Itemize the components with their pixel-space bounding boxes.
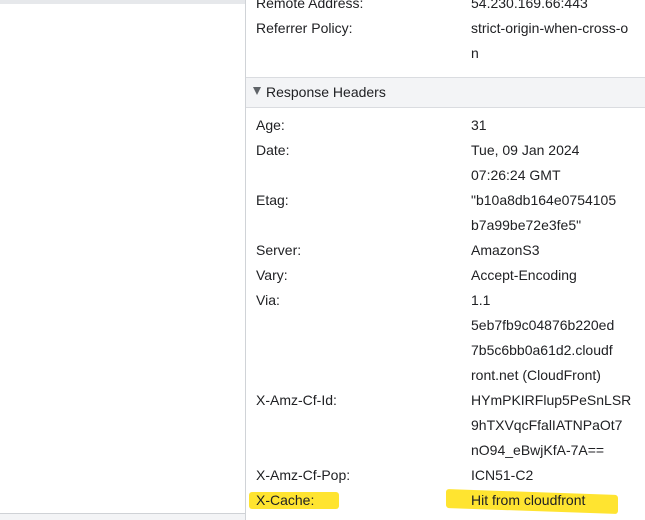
response-headers-title: Response Headers bbox=[266, 84, 386, 100]
value-line: n bbox=[471, 45, 479, 61]
remote-address-label: Remote Address: bbox=[256, 0, 364, 11]
header-value[interactable]: Accept-Encoding bbox=[471, 263, 629, 288]
value-line: ICN51-C2 bbox=[471, 467, 534, 483]
header-value[interactable]: ICN51-C2 bbox=[471, 463, 629, 488]
header-value[interactable]: Tue, 09 Jan 2024 07:26:24 GMT bbox=[471, 138, 629, 188]
selected-request-row[interactable] bbox=[0, 0, 245, 4]
value-line: AmazonS3 bbox=[471, 242, 540, 258]
header-key: X-Amz-Cf-Id: bbox=[256, 392, 337, 408]
header-key: Date: bbox=[256, 142, 290, 158]
value-line: HYmPKIRFlup5PeSnLSR bbox=[471, 392, 632, 408]
value-line: Tue, 09 Jan 2024 bbox=[471, 142, 580, 158]
value-line: nO94_eBwjKfA-7A== bbox=[471, 442, 605, 458]
remote-address-value[interactable]: 54.230.169.66:443 bbox=[471, 0, 629, 16]
header-key: Via: bbox=[256, 292, 280, 308]
value-line: Hit from cloudfront bbox=[471, 492, 586, 508]
header-key: X-Amz-Cf-Pop: bbox=[256, 467, 351, 483]
header-value[interactable]: Hit from cloudfront bbox=[471, 488, 629, 513]
header-value[interactable]: 1.1 5eb7fb9c04876b220ed 7b5c6bb0a61d2.clou… bbox=[471, 288, 629, 388]
referrer-policy-value[interactable]: strict-origin-when-cross-o n bbox=[471, 16, 629, 66]
value-line: "b10a8db164e0754105 bbox=[471, 192, 617, 208]
header-key: Vary: bbox=[256, 267, 288, 283]
value-line: 9hTXVqcFfalIATNPaOt7 bbox=[471, 417, 623, 433]
header-key: Server: bbox=[256, 242, 302, 258]
triangle-down-icon[interactable] bbox=[253, 87, 261, 95]
value-line: b7a99be72e3fe5" bbox=[471, 217, 582, 233]
value-line: 07:26:24 GMT bbox=[471, 167, 561, 183]
header-key: Etag: bbox=[256, 192, 289, 208]
value-line: ront.net (CloudFront) bbox=[471, 367, 601, 383]
header-key: Age: bbox=[256, 117, 285, 133]
value-line: 1.1 bbox=[471, 292, 491, 308]
headers-panel: Remote Address: 54.230.169.66:443 Referr… bbox=[246, 0, 645, 520]
header-value[interactable]: AmazonS3 bbox=[471, 238, 629, 263]
network-status-bar bbox=[0, 513, 245, 520]
value-line: 31 bbox=[471, 117, 487, 133]
value-line: 7b5c6bb0a61d2.cloudf bbox=[471, 342, 613, 358]
header-value[interactable]: "b10a8db164e0754105 b7a99be72e3fe5" bbox=[471, 188, 629, 238]
value-line: 5eb7fb9c04876b220ed bbox=[471, 317, 615, 333]
response-headers-section-header[interactable]: Response Headers bbox=[246, 77, 645, 108]
header-key: X-Cache: bbox=[256, 492, 315, 508]
network-request-list[interactable] bbox=[0, 0, 246, 520]
referrer-policy-label: Referrer Policy: bbox=[256, 20, 353, 36]
header-value[interactable]: 31 bbox=[471, 113, 629, 138]
value-line: strict-origin-when-cross-o bbox=[471, 20, 629, 36]
value-line: Accept-Encoding bbox=[471, 267, 577, 283]
header-value[interactable]: HYmPKIRFlup5PeSnLSR 9hTXVqcFfalIATNPaOt7 n… bbox=[471, 388, 632, 463]
